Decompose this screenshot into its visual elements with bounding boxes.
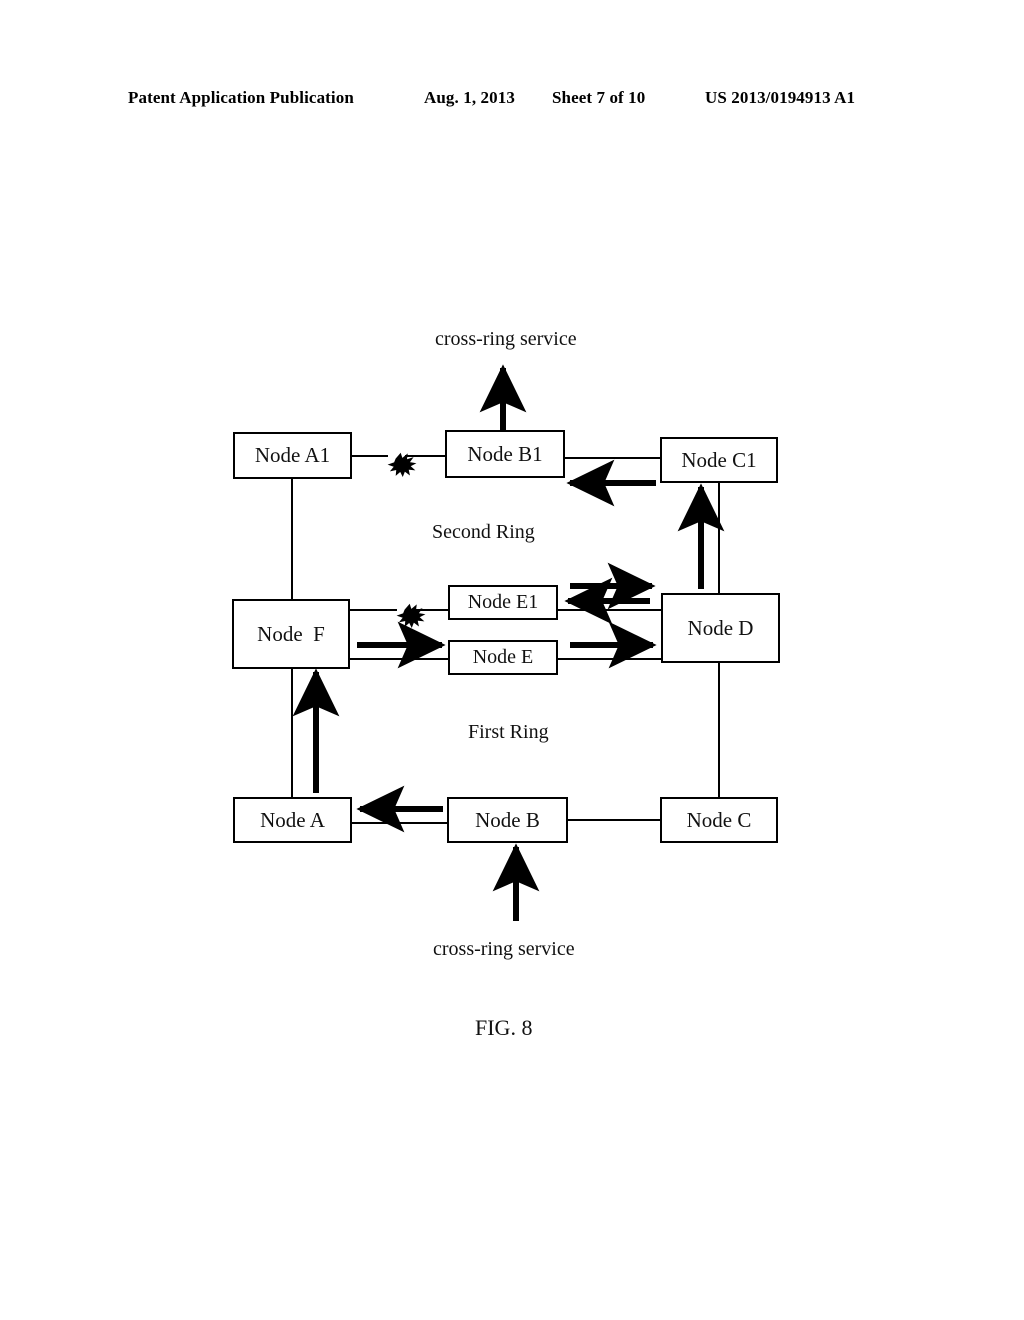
- node-label-a: Node A: [260, 807, 325, 832]
- node-box-e[interactable]: Node E: [448, 640, 558, 675]
- label-cross-ring-service-bottom: cross-ring service: [433, 938, 575, 960]
- node-box-b1[interactable]: Node B1: [445, 430, 565, 478]
- node-label-d: Node D: [687, 615, 754, 640]
- label-first-ring: First Ring: [468, 721, 549, 743]
- node-box-a[interactable]: Node A: [233, 797, 352, 843]
- node-box-e1[interactable]: Node E1: [448, 585, 558, 620]
- node-box-c1[interactable]: Node C1: [660, 437, 778, 483]
- node-label-e: Node E: [472, 646, 534, 668]
- node-label-b: Node B: [475, 807, 540, 832]
- node-box-f[interactable]: Node F: [232, 599, 350, 669]
- node-label-c1: Node C1: [681, 447, 757, 472]
- node-label-c: Node C: [686, 807, 752, 832]
- node-box-d[interactable]: Node D: [661, 593, 780, 663]
- node-box-a1[interactable]: Node A1: [233, 432, 352, 479]
- node-box-b[interactable]: Node B: [447, 797, 568, 843]
- link-fault-icon-a1-b1: [387, 452, 417, 478]
- node-label-b1: Node B1: [467, 441, 543, 466]
- link-fault-icon-f-e1: [396, 603, 426, 629]
- node-label-e1: Node E1: [467, 591, 539, 613]
- fault-symbol-group: [387, 452, 426, 629]
- node-box-c[interactable]: Node C: [660, 797, 778, 843]
- label-second-ring: Second Ring: [432, 521, 535, 543]
- patent-figure-page: Patent Application Publication Aug. 1, 2…: [0, 0, 1024, 1320]
- node-label-f: Node F: [257, 621, 325, 646]
- figure-caption: FIG. 8: [475, 1015, 533, 1040]
- node-label-a1: Node A1: [254, 443, 331, 467]
- label-cross-ring-service-top: cross-ring service: [435, 328, 577, 350]
